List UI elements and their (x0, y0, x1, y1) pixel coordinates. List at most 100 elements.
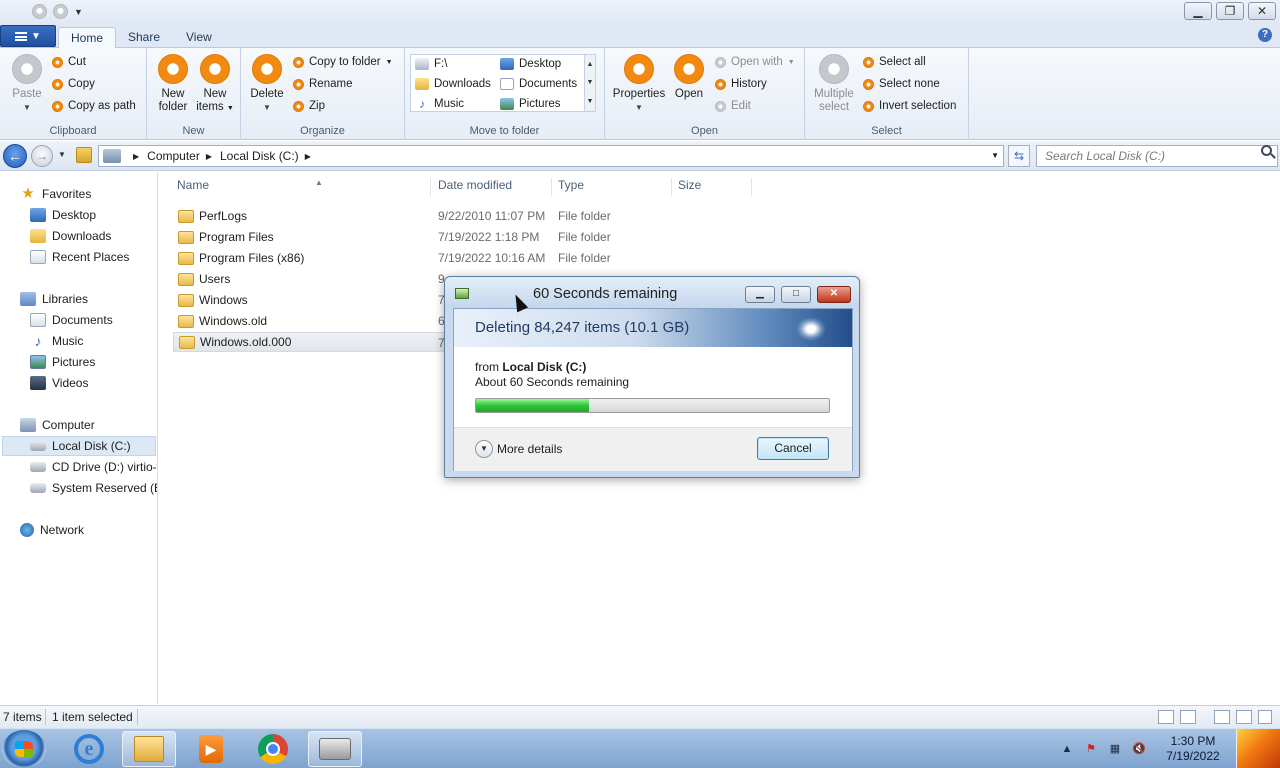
volume-muted-icon[interactable]: 🔇 (1132, 742, 1146, 756)
large-icons-view-icon[interactable] (1180, 710, 1196, 724)
paste-button[interactable]: Paste ▼ (8, 54, 46, 114)
maximize-button[interactable]: ❐ (1216, 2, 1244, 20)
breadcrumb-computer[interactable]: Computer (147, 149, 200, 163)
file-menu-button[interactable]: ▼ (0, 25, 56, 47)
copy-as-path-button[interactable]: Copy as path (52, 100, 136, 112)
show-desktop-button[interactable] (1236, 729, 1280, 768)
nav-music[interactable]: ♪ Music (30, 331, 84, 351)
close-button[interactable]: ✕ (1248, 2, 1276, 20)
properties-button[interactable]: Properties ▼ (611, 54, 667, 114)
clock[interactable]: 1:30 PM 7/19/2022 (1158, 734, 1228, 764)
address-bar[interactable]: ▶ Computer ▶ Local Disk (C:) ▶ ▼ (98, 145, 1004, 167)
gallery-scroll[interactable]: ▲ ▼ ▼ (584, 55, 595, 111)
nav-documents[interactable]: Documents (30, 310, 113, 330)
nav-videos[interactable]: Videos (30, 373, 88, 393)
table-row[interactable]: PerfLogs 9/22/2010 11:07 PM File folder (173, 206, 1173, 226)
nav-local-disk-c[interactable]: Local Disk (C:) (2, 436, 156, 456)
move-to-desktop[interactable]: Desktop (500, 58, 561, 70)
taskbar-internet-explorer[interactable]: e (62, 731, 116, 767)
open-with-button[interactable]: Open with ▼ (715, 56, 795, 68)
select-group-label: Select (871, 125, 902, 137)
new-items-button[interactable]: New items ▼ (195, 54, 235, 115)
select-all-button[interactable]: Select all (863, 56, 926, 68)
chevron-right-icon[interactable]: ▶ (206, 152, 212, 161)
refresh-button[interactable]: ⇆ (1008, 145, 1030, 167)
gallery-expand-icon[interactable]: ▼ (587, 98, 594, 105)
column-header-name[interactable]: Name ▲ (177, 178, 431, 196)
open-button[interactable]: Open (671, 54, 707, 101)
delete-button[interactable]: Delete ▼ (249, 54, 285, 114)
dialog-maximize-button[interactable]: □ (781, 286, 811, 303)
preview-pane-icon[interactable] (1214, 710, 1230, 724)
breadcrumb-local-disk[interactable]: Local Disk (C:) (220, 149, 299, 163)
show-hidden-icons-icon[interactable]: ▲ (1060, 742, 1074, 756)
nav-favorites[interactable]: ★ Favorites (20, 184, 91, 204)
move-to-f-drive[interactable]: F:\ (415, 58, 447, 70)
more-details-toggle[interactable]: ▼ More details (475, 440, 562, 458)
tab-share[interactable]: Share (116, 27, 172, 48)
chevron-up-icon[interactable]: ▲ (587, 61, 594, 68)
nav-recent-places[interactable]: Recent Places (30, 247, 129, 267)
dialog-minimize-button[interactable]: ▁ (745, 286, 775, 303)
search-icon[interactable] (1261, 145, 1272, 156)
select-none-button[interactable]: Select none (863, 78, 940, 90)
nav-libraries[interactable]: Libraries (20, 289, 88, 309)
network-tray-icon[interactable]: ▦ (1108, 742, 1122, 756)
up-folder-icon[interactable] (76, 147, 92, 163)
copy-to-folder-button[interactable]: Copy to folder ▼ (293, 56, 393, 68)
taskbar-file-operation[interactable] (308, 731, 362, 767)
column-header-type[interactable]: Type (558, 178, 672, 196)
chevron-down-icon[interactable]: ▼ (587, 79, 594, 86)
history-button[interactable]: History (715, 78, 767, 90)
tab-home[interactable]: Home (58, 27, 117, 49)
address-history-dropdown-icon[interactable]: ▼ (991, 151, 999, 160)
nav-computer[interactable]: Computer (20, 415, 95, 435)
tab-view[interactable]: View (174, 27, 224, 48)
navigation-pane-icon[interactable] (1258, 710, 1272, 724)
cut-button[interactable]: Cut (52, 56, 86, 68)
taskbar-file-explorer[interactable] (122, 731, 176, 767)
new-folder-button[interactable]: New folder (155, 54, 191, 114)
minimize-button[interactable]: ▁ (1184, 2, 1212, 20)
edit-button[interactable]: Edit (715, 100, 751, 112)
recent-locations-icon[interactable]: ▼ (58, 150, 66, 159)
dialog-close-button[interactable]: ✕ (817, 286, 851, 303)
column-header-date-modified[interactable]: Date modified (438, 178, 552, 196)
rename-button[interactable]: Rename (293, 78, 352, 90)
media-player-icon: ▶ (199, 735, 223, 763)
multiple-select-button[interactable]: Multiple select (811, 54, 857, 114)
cancel-button[interactable]: Cancel (757, 437, 829, 460)
table-row-selected[interactable]: Windows.old.000 7 (173, 332, 445, 352)
forward-button[interactable]: → (31, 145, 53, 167)
start-button[interactable] (2, 730, 46, 768)
action-center-flag-icon[interactable]: ⚑ (1084, 742, 1098, 756)
nav-system-reserved-e[interactable]: System Reserved (E:) (30, 478, 157, 498)
quick-access-dropdown-icon[interactable]: ▼ (74, 7, 83, 17)
zip-button[interactable]: Zip (293, 100, 325, 112)
table-row[interactable]: Program Files (x86) 7/19/2022 10:16 AM F… (173, 248, 1173, 268)
taskbar-chrome[interactable] (246, 731, 300, 767)
nav-downloads[interactable]: Downloads (30, 226, 111, 246)
table-row[interactable]: Program Files 7/19/2022 1:18 PM File fol… (173, 227, 1173, 247)
move-to-music[interactable]: ♪ Music (415, 98, 464, 110)
move-to-downloads[interactable]: Downloads (415, 78, 491, 90)
move-to-documents[interactable]: Documents (500, 78, 577, 90)
chevron-right-icon[interactable]: ▶ (133, 152, 139, 161)
nav-network[interactable]: Network (20, 520, 84, 540)
back-button[interactable]: ← (3, 144, 27, 168)
move-to-pictures[interactable]: Pictures (500, 98, 561, 110)
copy-button[interactable]: Copy (52, 78, 95, 90)
column-header-size[interactable]: Size (678, 178, 752, 196)
taskbar-media-player[interactable]: ▶ (184, 731, 238, 767)
nav-cd-drive-d[interactable]: CD Drive (D:) virtio-w (30, 457, 157, 477)
nav-desktop[interactable]: Desktop (30, 205, 96, 225)
quick-access-new-folder-icon[interactable] (53, 4, 68, 19)
chevron-right-icon[interactable]: ▶ (305, 152, 311, 161)
quick-access-properties-icon[interactable] (32, 4, 47, 19)
invert-selection-button[interactable]: Invert selection (863, 100, 956, 112)
nav-pictures[interactable]: Pictures (30, 352, 95, 372)
help-icon[interactable]: ? (1258, 28, 1272, 42)
details-view-icon[interactable] (1158, 710, 1174, 724)
search-input[interactable]: Search Local Disk (C:) (1036, 145, 1278, 167)
details-pane-icon[interactable] (1236, 710, 1252, 724)
